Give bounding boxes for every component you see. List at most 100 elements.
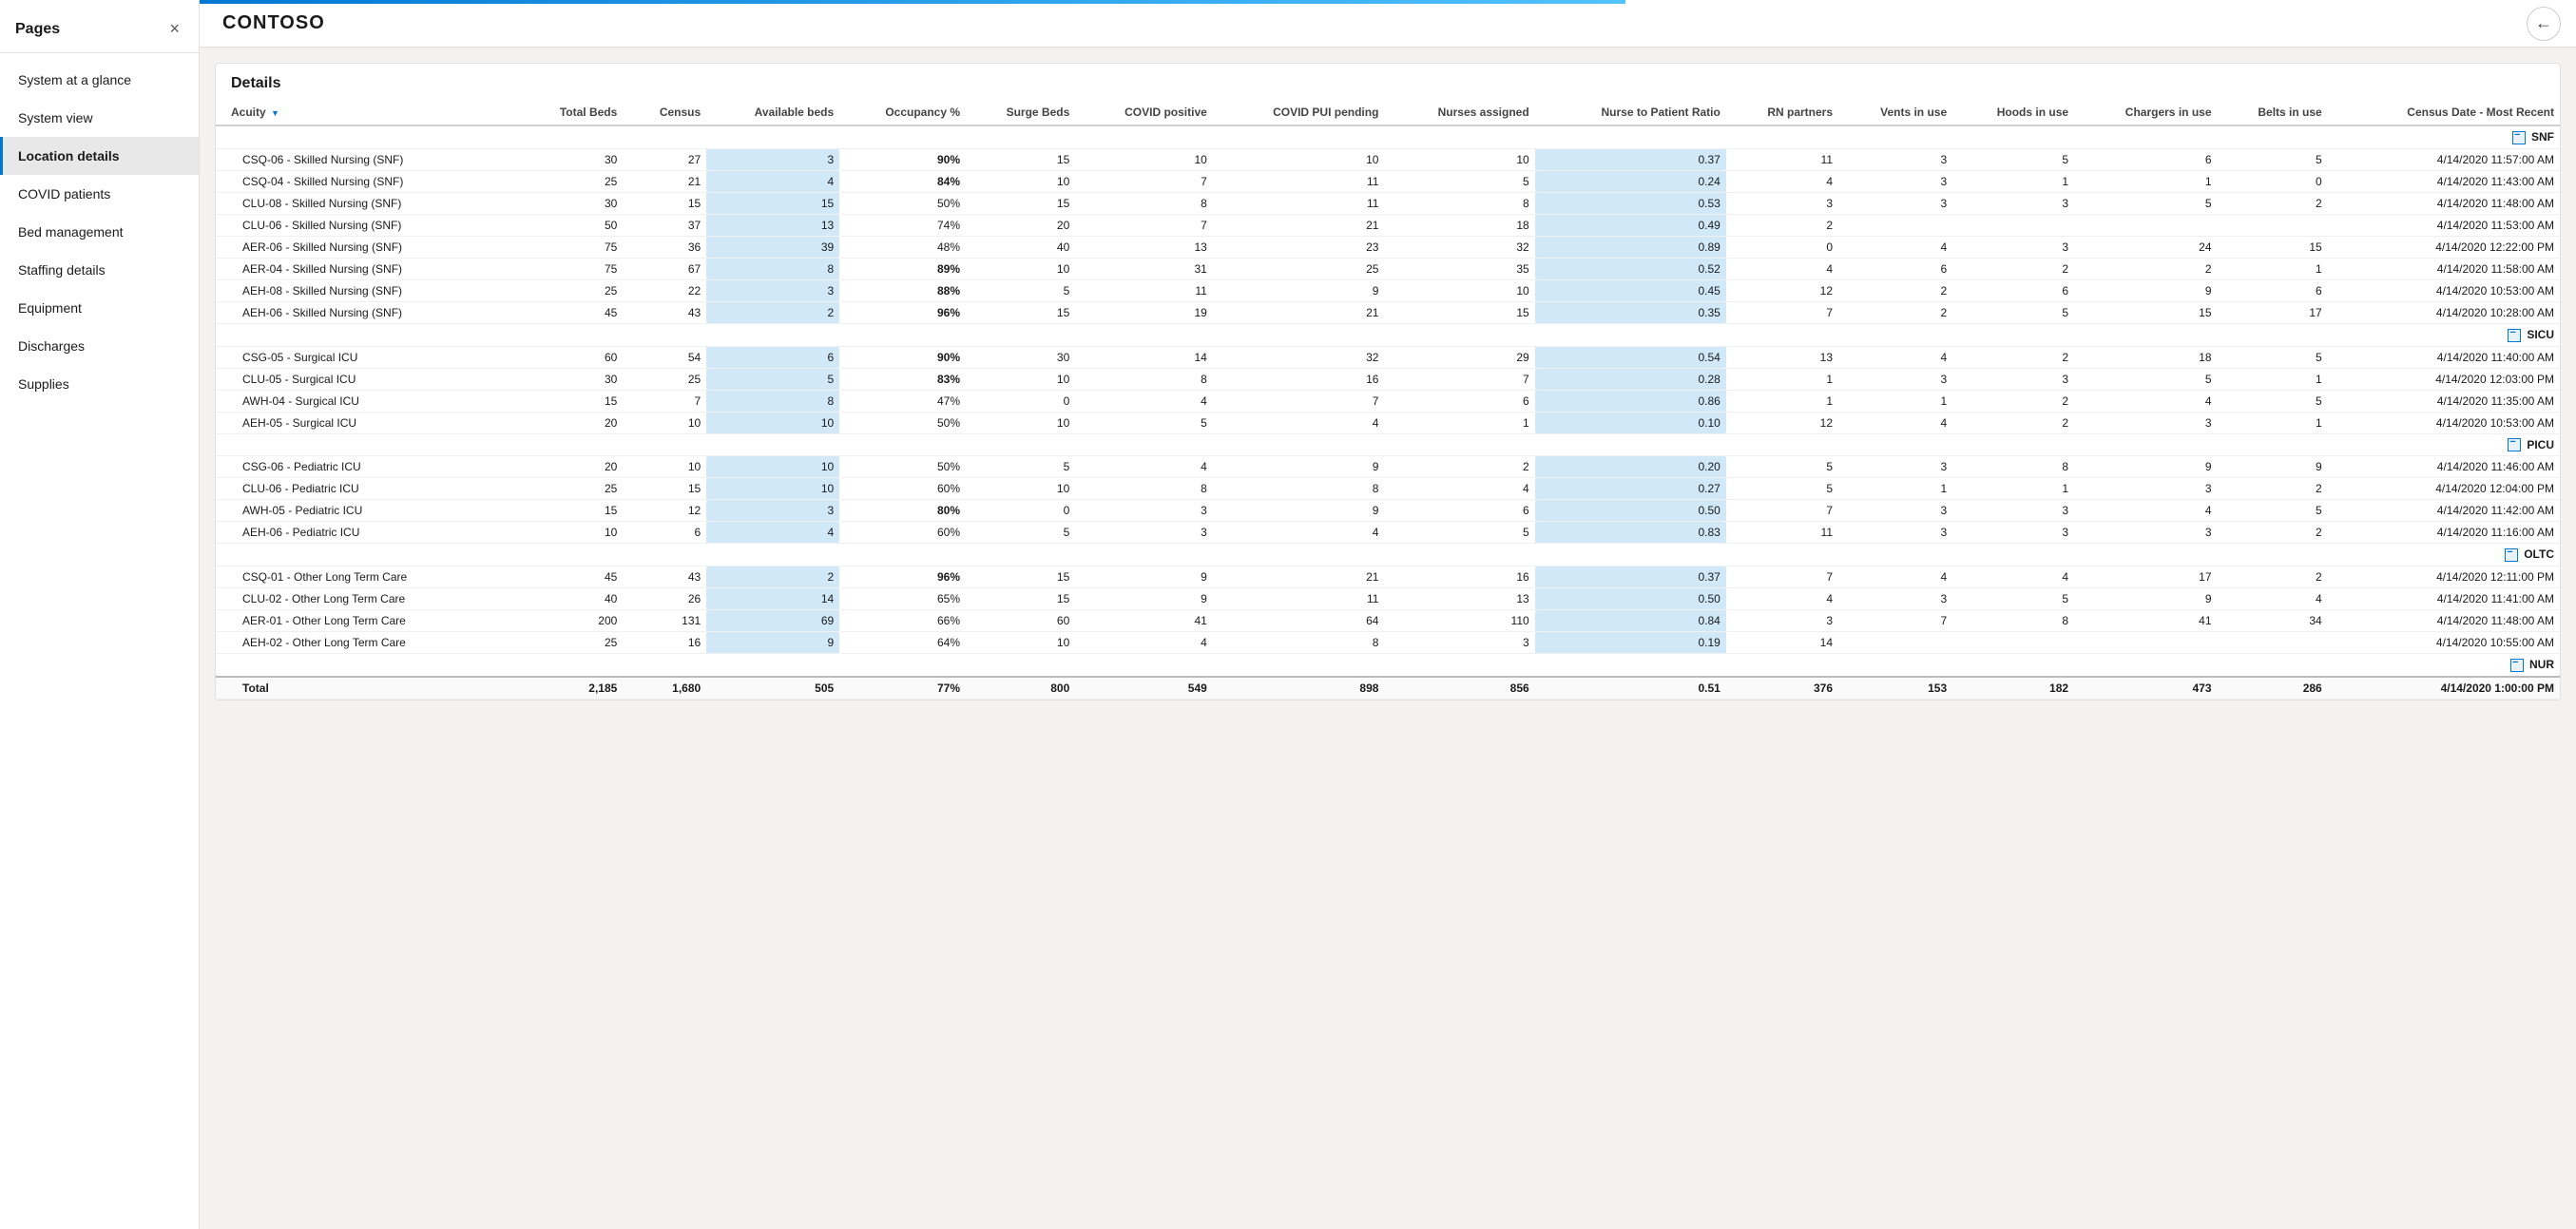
cell-census_date: 4/14/2020 12:22:00 PM (2328, 236, 2560, 258)
cell-census: 6 (623, 522, 706, 544)
col-header-surge_beds[interactable]: Surge Beds (966, 100, 1075, 125)
back-button[interactable]: ← (2527, 7, 2561, 41)
cell-covid_positive: 13 (1075, 236, 1213, 258)
total-cell-surge_beds: 800 (966, 677, 1075, 700)
group-collapse-icon[interactable] (2512, 131, 2526, 144)
group-collapse-icon[interactable] (2505, 548, 2518, 562)
col-header-census[interactable]: Census (623, 100, 706, 125)
cell-available_beds: 8 (706, 258, 839, 279)
sidebar-item-supplies[interactable]: Supplies (0, 365, 199, 403)
cell-census: 15 (623, 192, 706, 214)
col-header-belts_in_use[interactable]: Belts in use (2218, 100, 2328, 125)
cell-vents_in_use: 6 (1838, 258, 1952, 279)
cell-available_beds: 69 (706, 610, 839, 632)
cell-occupancy_pct: 50% (839, 412, 966, 433)
col-header-rn_partners[interactable]: RN partners (1726, 100, 1838, 125)
cell-occupancy_pct: 50% (839, 456, 966, 478)
col-header-nurses_assigned[interactable]: Nurses assigned (1384, 100, 1534, 125)
cell-occupancy_pct: 66% (839, 610, 966, 632)
col-header-covid_pui_pending[interactable]: COVID PUI pending (1213, 100, 1385, 125)
cell-rn_partners: 13 (1726, 346, 1838, 368)
cell-covid_pui_pending: 10 (1213, 148, 1385, 170)
group-row-SICU[interactable]: SICU (216, 323, 2560, 346)
col-header-available_beds[interactable]: Available beds (706, 100, 839, 125)
col-header-census_date[interactable]: Census Date - Most Recent (2328, 100, 2560, 125)
group-row-SNF[interactable]: SNF (216, 125, 2560, 148)
group-collapse-icon[interactable] (2508, 329, 2521, 342)
cell-belts_in_use: 2 (2218, 192, 2328, 214)
cell-surge_beds: 40 (966, 236, 1075, 258)
cell-census_date: 4/14/2020 11:42:00 AM (2328, 500, 2560, 522)
sidebar-item-staffing-details[interactable]: Staffing details (0, 251, 199, 289)
cell-rn_partners: 2 (1726, 214, 1838, 236)
cell-rn_partners: 3 (1726, 610, 1838, 632)
cell-census: 37 (623, 214, 706, 236)
group-row-OLTC[interactable]: OLTC (216, 544, 2560, 566)
cell-chargers_in_use: 18 (2074, 346, 2217, 368)
cell-chargers_in_use: 1 (2074, 170, 2217, 192)
cell-occupancy_pct: 64% (839, 632, 966, 654)
cell-surge_beds: 10 (966, 368, 1075, 390)
sidebar-close-button[interactable]: × (165, 17, 183, 41)
sidebar-item-system-view[interactable]: System view (0, 99, 199, 137)
col-header-chargers_in_use[interactable]: Chargers in use (2074, 100, 2217, 125)
col-header-hoods_in_use[interactable]: Hoods in use (1952, 100, 2074, 125)
group-collapse-icon[interactable] (2508, 438, 2521, 451)
cell-covid_pui_pending: 9 (1213, 500, 1385, 522)
cell-belts_in_use: 5 (2218, 500, 2328, 522)
cell-covid_pui_pending: 21 (1213, 301, 1385, 323)
cell-nurses_assigned: 10 (1384, 279, 1534, 301)
cell-rn_partners: 14 (1726, 632, 1838, 654)
cell-census: 131 (623, 610, 706, 632)
cell-available_beds: 3 (706, 500, 839, 522)
sidebar-item-equipment[interactable]: Equipment (0, 289, 199, 327)
table-row: CSQ-06 - Skilled Nursing (SNF)3027390%15… (216, 148, 2560, 170)
cell-surge_beds: 5 (966, 279, 1075, 301)
col-header-nurse_patient_ratio[interactable]: Nurse to Patient Ratio (1535, 100, 1726, 125)
sidebar-item-covid-patients[interactable]: COVID patients (0, 175, 199, 213)
cell-chargers_in_use: 3 (2074, 412, 2217, 433)
cell-available_beds: 39 (706, 236, 839, 258)
cell-acuity: AEH-02 - Other Long Term Care (216, 632, 522, 654)
cell-vents_in_use: 3 (1838, 522, 1952, 544)
col-header-occupancy_pct[interactable]: Occupancy % (839, 100, 966, 125)
cell-covid_pui_pending: 64 (1213, 610, 1385, 632)
cell-chargers_in_use: 5 (2074, 192, 2217, 214)
col-header-acuity[interactable]: Acuity ▼ (216, 100, 522, 125)
cell-chargers_in_use: 3 (2074, 522, 2217, 544)
group-row-PICU[interactable]: PICU (216, 433, 2560, 456)
cell-surge_beds: 60 (966, 610, 1075, 632)
cell-surge_beds: 15 (966, 566, 1075, 588)
col-header-covid_positive[interactable]: COVID positive (1075, 100, 1213, 125)
col-header-total_beds[interactable]: Total Beds (522, 100, 623, 125)
sidebar-item-discharges[interactable]: Discharges (0, 327, 199, 365)
cell-chargers_in_use: 9 (2074, 456, 2217, 478)
cell-hoods_in_use: 8 (1952, 610, 2074, 632)
cell-vents_in_use: 1 (1838, 478, 1952, 500)
col-header-vents_in_use[interactable]: Vents in use (1838, 100, 1952, 125)
group-row-NUR[interactable]: NUR (216, 654, 2560, 677)
cell-nurse_patient_ratio: 0.27 (1535, 478, 1726, 500)
cell-covid_positive: 11 (1075, 279, 1213, 301)
sidebar-item-system-at-a-glance[interactable]: System at a glance (0, 61, 199, 99)
table-row: AEH-06 - Pediatric ICU106460%53450.83113… (216, 522, 2560, 544)
cell-rn_partners: 4 (1726, 258, 1838, 279)
cell-available_beds: 10 (706, 412, 839, 433)
cell-belts_in_use: 0 (2218, 170, 2328, 192)
cell-census: 26 (623, 588, 706, 610)
cell-acuity: AEH-06 - Skilled Nursing (SNF) (216, 301, 522, 323)
sidebar-item-bed-management[interactable]: Bed management (0, 213, 199, 251)
cell-rn_partners: 4 (1726, 588, 1838, 610)
cell-nurses_assigned: 2 (1384, 456, 1534, 478)
total-cell-covid_pui_pending: 898 (1213, 677, 1385, 700)
cell-census: 36 (623, 236, 706, 258)
group-collapse-icon[interactable] (2510, 659, 2524, 672)
cell-occupancy_pct: 88% (839, 279, 966, 301)
cell-rn_partners: 1 (1726, 368, 1838, 390)
sidebar-item-location-details[interactable]: Location details (0, 137, 199, 175)
total-cell-covid_positive: 549 (1075, 677, 1213, 700)
cell-total_beds: 25 (522, 632, 623, 654)
cell-rn_partners: 5 (1726, 478, 1838, 500)
cell-census: 10 (623, 412, 706, 433)
cell-covid_pui_pending: 9 (1213, 279, 1385, 301)
